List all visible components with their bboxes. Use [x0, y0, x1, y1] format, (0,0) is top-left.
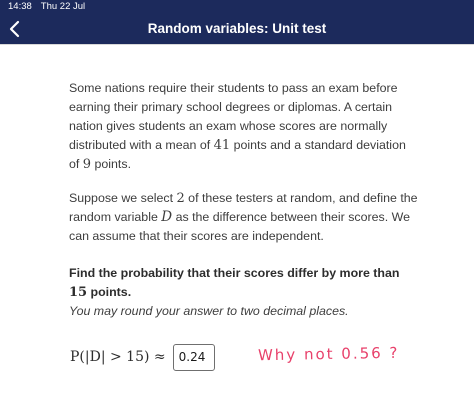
- probability-expression: P(|D| > 15) ≈: [70, 349, 166, 365]
- mean-value: 41: [213, 138, 231, 153]
- p2-text-a: Suppose we select: [69, 191, 177, 205]
- status-date: Thu 22 Jul: [40, 1, 86, 12]
- header-divider: [0, 44, 474, 45]
- problem-paragraph-1: Some nations require their students to p…: [69, 79, 419, 174]
- question-block: Find the probability that their scores d…: [69, 264, 419, 321]
- threshold-value: 15: [69, 285, 88, 300]
- problem-paragraph-2: Suppose we select 2 of these testers at …: [69, 189, 419, 246]
- page-title: Random variables: Unit test: [147, 21, 327, 36]
- answer-row: P(|D| > 15) ≈: [70, 343, 215, 371]
- status-time: 14:38: [8, 1, 32, 12]
- question-text-a: Find the probability that their scores d…: [69, 266, 400, 280]
- question-prompt: Find the probability that their scores d…: [69, 264, 419, 302]
- question-text-b: points.: [87, 285, 132, 299]
- answer-input[interactable]: [172, 343, 215, 371]
- status-bar: 14:38 Thu 22 Jul: [8, 1, 85, 12]
- app-screen: 14:38 Thu 22 Jul Random variables: Unit …: [0, 0, 474, 414]
- handwritten-annotation: Why not 0.56 ?: [257, 343, 400, 365]
- rounding-hint: You may round your answer to two decimal…: [69, 304, 349, 318]
- p1-text-c: points.: [91, 157, 132, 171]
- sample-size-value: 2: [176, 191, 185, 206]
- top-navigation-bar: 14:38 Thu 22 Jul Random variables: Unit …: [0, 0, 474, 44]
- random-variable-symbol: D: [161, 209, 173, 225]
- sd-value: 9: [82, 157, 92, 172]
